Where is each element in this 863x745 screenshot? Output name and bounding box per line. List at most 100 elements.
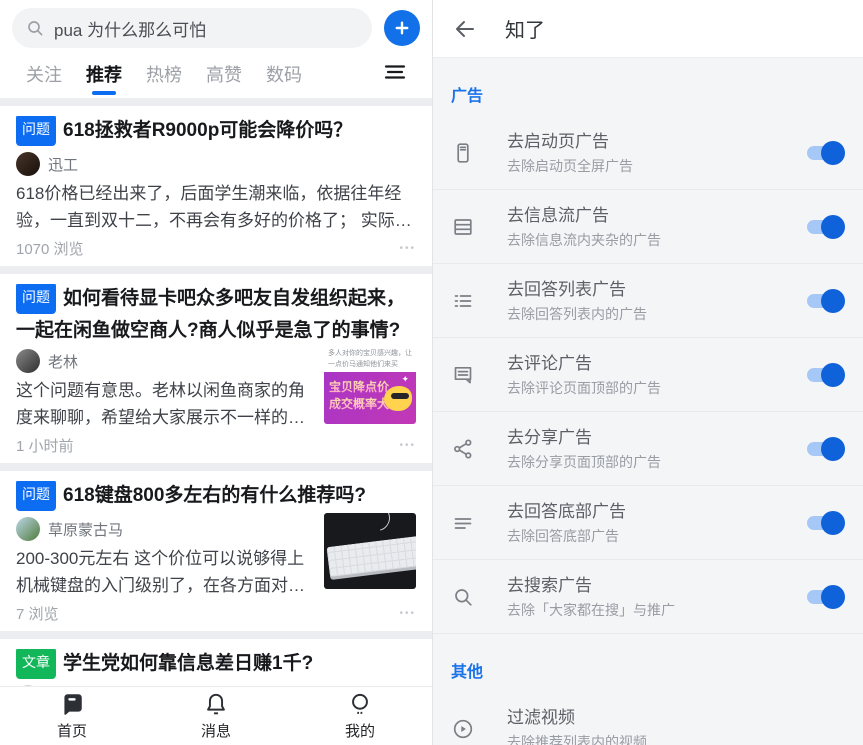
feed-card[interactable]: 问题 618键盘800多左右的有什么推荐吗? 草原蒙古马 200-300元左右 这…	[0, 471, 432, 631]
settings-item[interactable]: 去启动页广告 去除启动页全屏广告	[433, 116, 863, 190]
setting-subtitle: 去除启动页全屏广告	[507, 157, 633, 174]
setting-title: 去分享广告	[507, 427, 592, 447]
settings-item[interactable]: 去回答底部广告 去除回答底部广告	[433, 486, 863, 560]
card-title: 问题 如何看待显卡吧众多吧友自发组织起来，一起在闲鱼做空商人?商人似乎是急了的事情…	[16, 284, 416, 345]
feed-tab[interactable]: 热榜	[134, 61, 194, 98]
more-options-icon[interactable]: •••	[399, 440, 416, 451]
avatar	[16, 152, 40, 176]
bottom-nav-item[interactable]: 消息	[144, 687, 288, 745]
feed-list-icon	[454, 218, 472, 235]
card-thumbnail: 多人对你的宝贝感兴趣，让一点价马通知他们来买 宝贝降点价 成交概率大 ✦	[324, 345, 416, 425]
bottom-nav-item[interactable]: 首页	[0, 687, 144, 745]
add-button[interactable]	[384, 10, 420, 46]
toggle-switch[interactable]	[805, 436, 845, 461]
category-menu-icon[interactable]	[384, 64, 406, 95]
card-author[interactable]: 草原蒙古马	[16, 517, 314, 541]
setting-title: 去回答底部广告	[507, 501, 626, 521]
setting-title: 去搜索广告	[507, 575, 592, 595]
home-icon	[64, 694, 82, 715]
search-input[interactable]: pua 为什么那么可怕	[12, 8, 372, 48]
setting-subtitle: 去除回答列表内的广告	[507, 305, 647, 322]
section-header: 其他	[451, 664, 484, 681]
comment-icon	[454, 366, 472, 383]
feed-tab-bar: 关注 推荐 热榜 高赞 数码	[12, 48, 420, 98]
tab-label: 热榜	[146, 65, 182, 85]
setting-subtitle: 去除「大家都在搜」与推广	[507, 601, 675, 618]
card-type-badge: 问题	[16, 116, 56, 146]
feed-tab[interactable]: 高赞	[194, 61, 254, 98]
settings-item[interactable]: 过滤视频 去除推荐列表内的视频	[433, 692, 863, 745]
feed-tab[interactable]: 数码	[254, 61, 314, 98]
setting-subtitle: 去除回答底部广告	[507, 527, 619, 544]
other-section: 其他 过滤视频 去除推荐列表内的视频	[433, 634, 863, 745]
more-options-icon[interactable]: •••	[399, 608, 416, 619]
card-excerpt: 618价格已经出来了，后面学生潮来临，依据往年经验，一直到双十二，不再会有多好的…	[16, 184, 412, 230]
zhiliao-settings-panel: 知了 广告 去启动页广告 去除启动页全屏广告 去信息流广告 去除信息流内夹杂的广…	[432, 0, 863, 745]
toggle-switch[interactable]	[805, 362, 845, 387]
feed-header: pua 为什么那么可怕 关注 推荐 热榜 高赞 数码	[0, 0, 432, 98]
active-tab-underline	[92, 91, 116, 95]
toggle-switch[interactable]	[805, 510, 845, 535]
settings-item[interactable]: 去评论广告 去除评论页面顶部的广告	[433, 338, 863, 412]
settings-header: 知了	[433, 0, 863, 58]
setting-subtitle: 去除推荐列表内的视频	[507, 734, 647, 745]
card-meta: 7 浏览	[16, 605, 59, 623]
card-meta: 1 小时前	[16, 437, 74, 455]
tab-label: 数码	[266, 65, 302, 85]
setting-subtitle: 去除信息流内夹杂的广告	[507, 231, 661, 248]
feed-tab[interactable]: 关注	[14, 61, 74, 98]
avatar	[16, 517, 40, 541]
author-name: 迅工	[48, 156, 79, 174]
avatar	[16, 349, 40, 373]
settings-item[interactable]: 去回答列表广告 去除回答列表内的广告	[433, 264, 863, 338]
text-lines-icon	[454, 517, 472, 529]
nav-label: 消息	[200, 723, 231, 740]
settings-item[interactable]: 去搜索广告 去除「大家都在搜」与推广	[433, 560, 863, 634]
more-options-icon[interactable]: •••	[399, 243, 416, 254]
setting-title: 去评论广告	[507, 353, 592, 373]
tab-label: 高赞	[206, 65, 242, 85]
settings-item[interactable]: 去分享广告 去除分享页面顶部的广告	[433, 412, 863, 486]
search-icon	[28, 21, 43, 36]
setting-title: 去信息流广告	[507, 205, 609, 225]
page-title: 知了	[505, 20, 545, 42]
thumbnail-note-text: 多人对你的宝贝感兴趣，让一点价马通知他们来买	[324, 345, 416, 373]
ads-section: 广告 去启动页广告 去除启动页全屏广告 去信息流广告 去除信息流内夹杂的广告 去…	[433, 58, 863, 634]
feed-card-list: 问题 618拯救者R9000p可能会降价吗？ 迅工 618价格已经出来了，后面学生…	[0, 106, 432, 745]
bell-icon	[207, 693, 225, 715]
settings-list: 广告 去启动页广告 去除启动页全屏广告 去信息流广告 去除信息流内夹杂的广告 去…	[433, 58, 863, 745]
back-icon[interactable]	[453, 17, 477, 41]
card-title: 问题 618键盘800多左右的有什么推荐吗?	[16, 481, 416, 513]
tab-label: 推荐	[86, 65, 122, 85]
feed-tab[interactable]: 推荐	[74, 61, 134, 98]
card-title: 问题 618拯救者R9000p可能会降价吗？	[16, 116, 416, 148]
toggle-switch[interactable]	[805, 214, 845, 239]
search-query-text: pua 为什么那么可怕	[54, 20, 207, 40]
toggle-switch[interactable]	[805, 288, 845, 313]
card-excerpt: 这个问题有意思。老林以闲鱼商家的角度来聊聊，希望给大家展示不一样的视角 1、自发…	[16, 381, 305, 427]
section-header: 广告	[451, 88, 484, 105]
feed-card[interactable]: 问题 如何看待显卡吧众多吧友自发组织起来，一起在闲鱼做空商人?商人似乎是急了的事情…	[0, 274, 432, 463]
card-meta: 1070 浏览	[16, 240, 84, 258]
ad-thumbnail-fish: 多人对你的宝贝感兴趣，让一点价马通知他们来买 宝贝降点价 成交概率大 ✦	[324, 345, 416, 425]
settings-item[interactable]: 去信息流广告 去除信息流内夹杂的广告	[433, 190, 863, 264]
bullet-list-icon	[454, 294, 472, 307]
smartphone-icon	[457, 142, 469, 163]
toggle-switch[interactable]	[805, 584, 845, 609]
card-title: 文章 学生党如何靠信息差日赚1千?	[16, 649, 416, 681]
bottom-nav-item[interactable]: 我的	[288, 687, 432, 745]
card-author[interactable]: 老林	[16, 349, 314, 373]
plus-icon	[395, 21, 409, 35]
toggle-switch[interactable]	[805, 140, 845, 165]
profile-icon	[352, 693, 368, 714]
card-author[interactable]: 迅工	[16, 152, 416, 176]
split-screen: pua 为什么那么可怕 关注 推荐 热榜 高赞 数码 问题 618拯救者R900…	[0, 0, 863, 745]
play-video-icon	[453, 719, 473, 739]
feed-card[interactable]: 问题 618拯救者R9000p可能会降价吗？ 迅工 618价格已经出来了，后面学生…	[0, 106, 432, 266]
setting-subtitle: 去除分享页面顶部的广告	[507, 453, 661, 470]
sparkle-icon: ✦	[401, 374, 409, 385]
share-icon	[454, 438, 472, 459]
author-name: 草原蒙古马	[48, 521, 124, 539]
keyboard-thumbnail	[324, 513, 416, 589]
setting-title: 去启动页广告	[507, 131, 609, 151]
